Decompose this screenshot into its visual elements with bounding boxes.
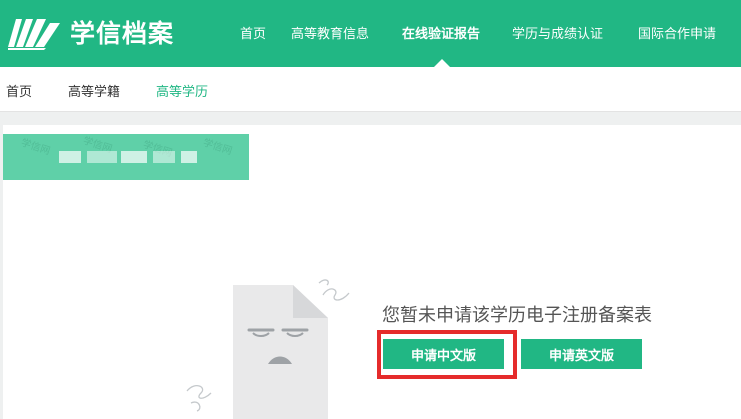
blurred-text — [153, 151, 175, 163]
record-banner-blurred: 学信网 学信网 学信网 学信网 — [3, 134, 249, 180]
main-content: 学信网 学信网 学信网 学信网 您暂未申请该学历电子注册备案表 申请中文版 申请… — [3, 125, 741, 419]
empty-state-illustration — [173, 263, 363, 419]
blurred-text — [59, 151, 81, 163]
subnav-degree-record[interactable]: 高等学历 — [156, 81, 208, 100]
blurred-text — [121, 151, 147, 163]
logo[interactable]: 学信档案 — [6, 12, 174, 52]
highlight-annotation-box — [377, 330, 517, 379]
nav-home[interactable]: 首页 — [240, 23, 266, 42]
empty-document-icon — [186, 279, 350, 419]
empty-state-message: 您暂未申请该学历电子注册备案表 — [382, 305, 652, 326]
top-navigation-bar: 学信档案 首页 高等教育信息 在线验证报告 学历与成绩认证 国际合作申请 — [0, 0, 741, 67]
banner-watermark: 学信网 — [201, 137, 234, 158]
nav-degree-transcript-certification[interactable]: 学历与成绩认证 — [512, 23, 603, 42]
nav-international-cooperation[interactable]: 国际合作申请 — [638, 23, 716, 42]
blurred-text — [181, 151, 197, 163]
banner-watermark: 学信网 — [19, 137, 52, 158]
apply-english-version-button[interactable]: 申请英文版 — [521, 339, 642, 369]
blurred-text — [87, 151, 117, 163]
subnav-student-status[interactable]: 高等学籍 — [68, 81, 120, 100]
sub-navigation: 首页 高等学籍 高等学历 — [0, 67, 741, 112]
logo-book-icon — [8, 19, 60, 50]
subnav-home[interactable]: 首页 — [6, 81, 32, 100]
active-nav-indicator — [434, 59, 450, 67]
nav-online-verification-report[interactable]: 在线验证报告 — [402, 23, 480, 42]
nav-higher-education-info[interactable]: 高等教育信息 — [291, 23, 369, 42]
logo-text: 学信档案 — [70, 19, 175, 48]
